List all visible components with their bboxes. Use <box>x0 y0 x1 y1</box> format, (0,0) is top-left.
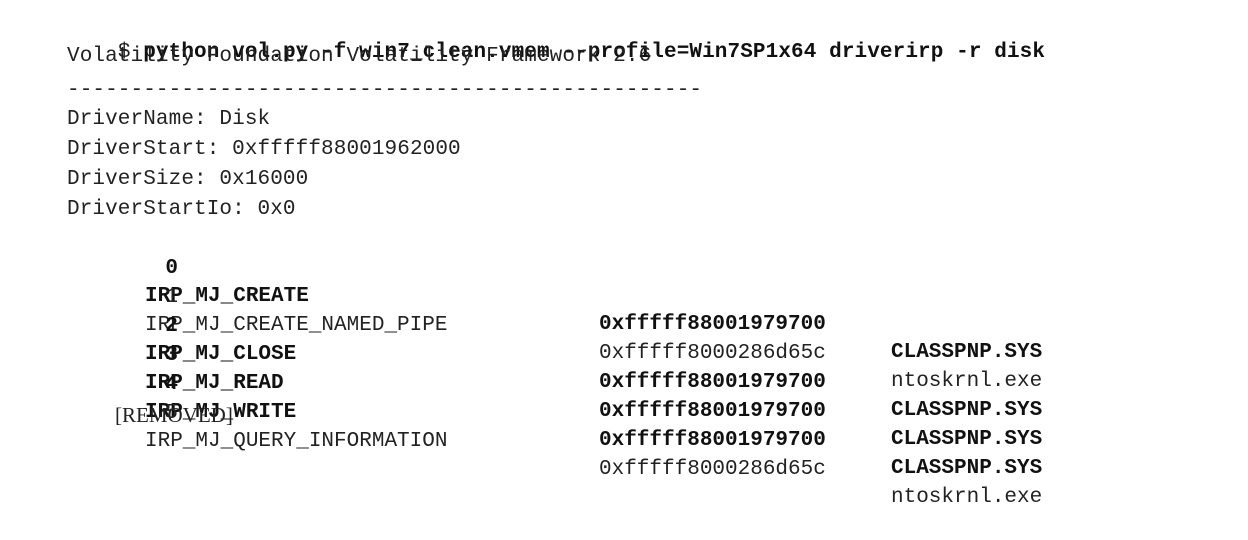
separator-line: ----------------------------------------… <box>67 79 703 102</box>
driver-name-line: DriverName: Disk <box>67 108 271 131</box>
irp-name: IRP_MJ_QUERY_INFORMATION <box>145 430 448 453</box>
irp-address: 0xfffff88001979700 <box>599 400 826 423</box>
removed-marker: [REMOVED] <box>115 403 233 427</box>
irp-address: 0xfffff8000286d65c <box>599 342 826 365</box>
irp-row: 4 IRP_MJ_WRITE 0xfffff88001979700 CLASSP… <box>115 343 1042 480</box>
irp-address: 0xfffff88001979700 <box>599 429 826 452</box>
irp-module: CLASSPNP.SYS <box>891 428 1043 451</box>
irp-module: CLASSPNP.SYS <box>891 341 1043 364</box>
irp-row: 2 IRP_MJ_CLOSE 0xfffff88001979700 CLASSP… <box>115 285 1042 422</box>
irp-module: CLASSPNP.SYS <box>891 399 1043 422</box>
irp-address: 0xfffff8000286d65c <box>599 458 826 481</box>
irp-address: 0xfffff88001979700 <box>599 371 826 394</box>
irp-row: 1 IRP_MJ_CREATE_NAMED_PIPE 0xfffff800028… <box>115 256 1042 393</box>
irp-module: ntoskrnl.exe <box>891 486 1043 509</box>
irp-row: 5 IRP_MJ_QUERY_INFORMATION 0xfffff800028… <box>115 372 1042 509</box>
framework-banner: Volatility Foundation Volatility Framewo… <box>67 45 652 68</box>
irp-module: CLASSPNP.SYS <box>891 457 1043 480</box>
command-line: $ python vol.py -f win7_clean.vmem --pro… <box>67 14 1045 64</box>
driver-size-line: DriverSize: 0x16000 <box>67 168 309 191</box>
irp-module: ntoskrnl.exe <box>891 370 1043 393</box>
irp-row: 0 IRP_MJ_CREATE 0xfffff88001979700 CLASS… <box>115 227 1042 364</box>
driver-startio-line: DriverStartIo: 0x0 <box>67 198 296 221</box>
irp-address: 0xfffff88001979700 <box>599 313 826 336</box>
irp-row: 3 IRP_MJ_READ 0xfffff88001979700 CLASSPN… <box>115 314 1042 451</box>
driver-start-line: DriverStart: 0xfffff88001962000 <box>67 138 461 161</box>
terminal-output: $ python vol.py -f win7_clean.vmem --pro… <box>0 0 1248 509</box>
